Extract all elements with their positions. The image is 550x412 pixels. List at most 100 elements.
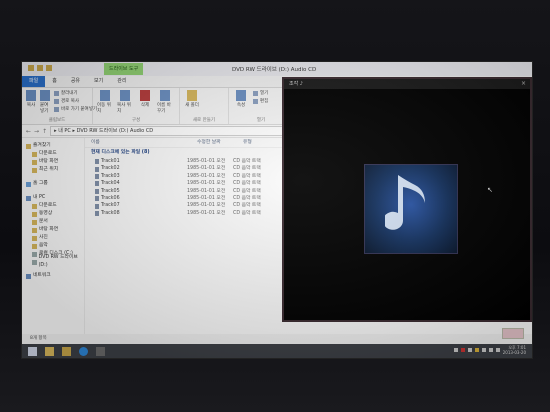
paste-shortcut-button[interactable]: 바로 가기 붙여넣기	[54, 106, 97, 112]
nav-item[interactable]: 음악	[22, 242, 84, 250]
tray-icon[interactable]	[474, 348, 479, 352]
copy-to-icon	[120, 90, 130, 101]
file-type: CD 음악 트랙	[233, 188, 261, 194]
file-date: 1985-01-01 오전	[187, 173, 226, 179]
file-type: CD 음악 트랙	[233, 195, 261, 201]
file-date: 1985-01-01 오전	[187, 188, 226, 194]
tray-icon[interactable]	[467, 348, 472, 352]
move-icon	[100, 90, 110, 101]
back-arrow-icon[interactable]: ←	[26, 128, 31, 135]
dropdown-icon[interactable]	[46, 65, 52, 71]
column-type[interactable]: 유형	[237, 138, 252, 147]
folder-taskbar-icon[interactable]	[62, 346, 71, 356]
windows-start-icon[interactable]	[28, 346, 37, 356]
video-folder-icon	[32, 211, 37, 217]
new-group: 새 폴더 새로 만들기	[180, 88, 229, 124]
edit-icon	[253, 98, 258, 104]
download-folder-icon	[32, 151, 37, 157]
disk-icon	[32, 251, 37, 257]
nav-this-pc[interactable]: 내 PC	[22, 194, 84, 202]
status-bar: 8개 항목	[22, 334, 532, 344]
new-group-label: 새로 만들기	[192, 118, 216, 123]
album-art	[364, 164, 458, 254]
new-folder-icon	[187, 90, 197, 101]
tab-home[interactable]: 홈	[45, 76, 64, 87]
nav-item[interactable]: 바탕 화면	[22, 158, 84, 166]
clock[interactable]: 오후 7:01 2013-03-20	[503, 345, 526, 355]
file-name: Track03	[85, 173, 187, 180]
file-name: Track06	[85, 195, 187, 202]
file-name: Track02	[85, 165, 187, 172]
audio-track-icon	[95, 166, 99, 172]
nav-item[interactable]: 다운로드	[22, 150, 84, 158]
organize-group: 이동 위치 복사 위치 삭제 이름 바꾸기 구성	[93, 88, 180, 124]
drive-tools-tab[interactable]: 드라이브 도구	[104, 63, 144, 75]
star-icon	[26, 143, 31, 149]
nav-item[interactable]: 사진	[22, 234, 84, 242]
open-icon	[253, 90, 258, 96]
file-type: CD 음악 트랙	[233, 203, 261, 209]
file-type: CD 음악 트랙	[233, 181, 261, 187]
scissors-icon	[54, 90, 59, 96]
desktop-folder-icon	[32, 159, 37, 165]
close-icon[interactable]: ×	[521, 79, 526, 89]
tab-file[interactable]: 파일	[22, 76, 46, 87]
tray-icon[interactable]	[453, 348, 458, 352]
tab-manage[interactable]: 관리	[110, 76, 133, 87]
nav-homegroup[interactable]: 홈 그룹	[22, 180, 84, 188]
file-date: 1985-01-01 오전	[187, 166, 226, 172]
nav-network[interactable]: 네트워크	[22, 272, 84, 280]
mouse-cursor-icon: ↖	[487, 186, 493, 194]
nav-item[interactable]: DVD RW 드라이브 (D:)	[22, 255, 84, 268]
nav-item[interactable]: 최근 위치	[22, 166, 84, 174]
taskbar: 오후 7:01 2013-03-20	[22, 344, 532, 358]
homegroup-icon	[26, 181, 31, 187]
internet-explorer-icon[interactable]	[79, 346, 88, 356]
quick-access-toolbar	[28, 65, 52, 71]
volume-icon[interactable]	[495, 348, 500, 352]
file-type: CD 음악 트랙	[233, 173, 261, 179]
tab-share[interactable]: 공유	[64, 76, 87, 87]
delete-icon	[140, 90, 150, 101]
nav-item[interactable]: 다운로드	[22, 202, 84, 210]
player-title-bar: 조각 ♪ ×	[284, 79, 530, 89]
music-folder-icon	[32, 243, 37, 249]
open-button[interactable]: 열기	[253, 90, 268, 96]
tab-view[interactable]: 보기	[87, 76, 110, 87]
network-icon	[26, 273, 31, 279]
audio-track-icon	[95, 196, 99, 202]
edit-button[interactable]: 편집	[253, 98, 268, 104]
properties-large-icon	[236, 90, 246, 101]
audio-track-icon	[95, 159, 99, 165]
copy-path-button[interactable]: 경로 복사	[54, 98, 97, 104]
copy-icon	[26, 90, 36, 101]
desktop-screen: 드라이브 도구 DVD RW 드라이브 (D:) Audio CD 파일 홈 공…	[22, 62, 532, 358]
folder-icon[interactable]	[28, 65, 34, 71]
audio-track-icon	[95, 210, 99, 216]
navigation-pane: 즐겨찾기 다운로드 바탕 화면 최근 위치 홈 그룹 내 PC 다운로드 동영상…	[22, 138, 85, 342]
nav-item[interactable]: 바탕 화면	[22, 226, 84, 234]
computer-icon	[26, 195, 31, 201]
file-date: 1985-01-01 오전	[187, 159, 226, 164]
media-player-taskbar-icon[interactable]	[96, 346, 105, 356]
tray-icon[interactable]	[481, 348, 486, 352]
forward-arrow-icon[interactable]: →	[34, 128, 39, 135]
column-name[interactable]: 이름	[85, 138, 191, 147]
nav-item[interactable]: 문서	[22, 218, 84, 226]
nav-item[interactable]: 동영상	[22, 210, 84, 218]
audio-track-icon	[95, 181, 99, 187]
network-tray-icon[interactable]	[488, 348, 493, 352]
tray-icon[interactable]	[460, 348, 465, 352]
notification-thumbnail[interactable]	[502, 328, 524, 339]
up-arrow-icon[interactable]: ↑	[42, 128, 47, 135]
column-date[interactable]: 수정한 날짜	[191, 138, 237, 147]
nav-favorites[interactable]: 즐겨찾기	[22, 142, 84, 150]
properties-icon[interactable]	[37, 65, 43, 71]
file-date: 1985-01-01 오전	[187, 195, 226, 201]
audio-track-icon	[95, 188, 99, 194]
music-note-icon	[385, 175, 425, 230]
file-explorer-taskbar-icon[interactable]	[45, 346, 54, 356]
system-tray: 오후 7:01 2013-03-20	[453, 345, 526, 355]
cut-button[interactable]: 잘라내기	[54, 90, 97, 96]
file-date: 1985-01-01 오전	[187, 210, 226, 216]
